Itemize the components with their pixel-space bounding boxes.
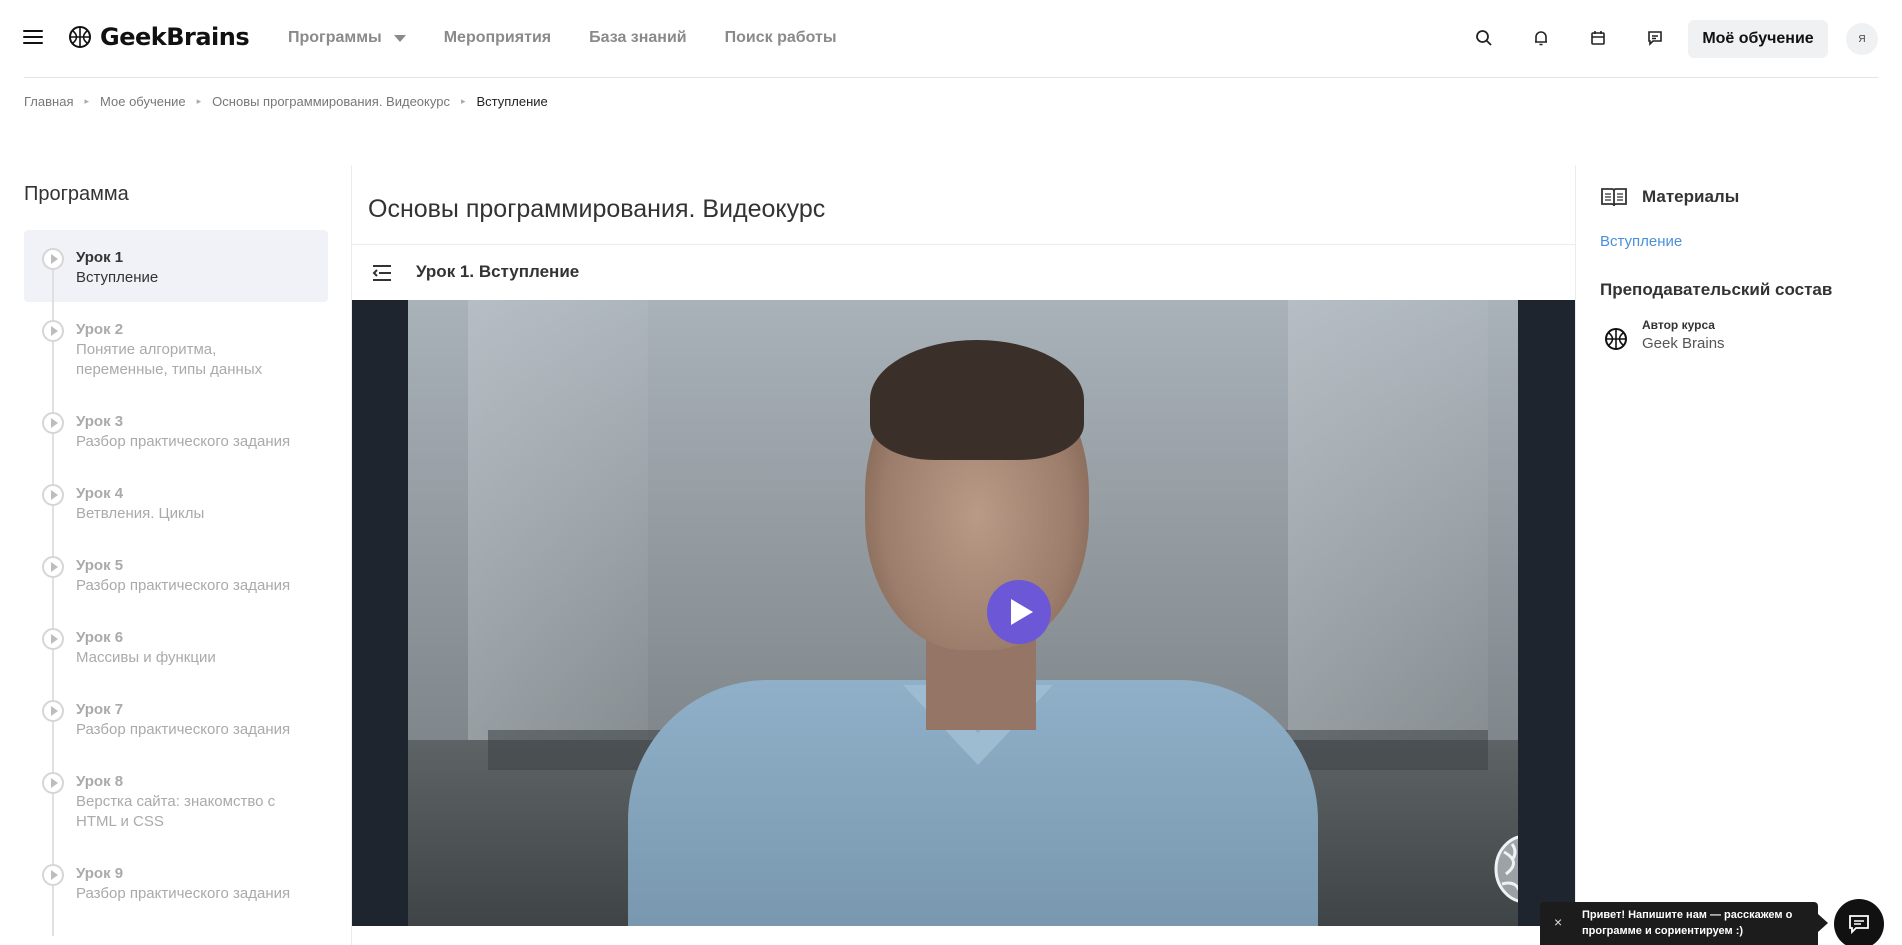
lesson-title: Урок 1. Вступление xyxy=(416,262,580,281)
play-circle-icon xyxy=(42,864,64,886)
calendar-icon[interactable] xyxy=(1586,26,1610,50)
play-circle-icon xyxy=(42,772,64,794)
search-icon[interactable] xyxy=(1472,26,1496,50)
menu-icon[interactable] xyxy=(23,29,43,45)
lesson-name: Разбор практического задания xyxy=(76,885,291,902)
main-nav: Программы Мероприятия База знаний Поиск … xyxy=(288,0,837,76)
brain-watermark-icon xyxy=(1494,835,1518,903)
chat-tooltip-text: Привет! Напишите нам — расскажем о прогр… xyxy=(1582,909,1793,937)
nav-programs[interactable]: Программы xyxy=(288,29,406,47)
teacher-card[interactable]: Автор курса Geek Brains xyxy=(1604,318,1725,352)
close-icon[interactable]: × xyxy=(1554,914,1562,930)
chevron-down-icon xyxy=(393,34,406,42)
my-learning-button[interactable]: Моё обучение xyxy=(1688,20,1828,58)
play-circle-icon xyxy=(42,248,64,270)
lesson-number: Урок 8 xyxy=(76,773,124,790)
lesson-name: Разбор практического задания xyxy=(76,721,291,738)
brain-logo-icon xyxy=(1605,328,1627,350)
play-circle-icon xyxy=(42,320,64,342)
nav-events[interactable]: Мероприятия xyxy=(444,29,551,47)
play-circle-icon xyxy=(42,556,64,578)
play-circle-icon xyxy=(42,412,64,434)
chat-tooltip-arrow xyxy=(1818,914,1828,932)
lesson-item-5[interactable]: Урок 5 Разбор практического задания xyxy=(24,538,328,628)
timeline-line xyxy=(52,886,54,936)
chat-icon[interactable] xyxy=(1643,26,1667,50)
lesson-number: Урок 3 xyxy=(76,413,124,430)
lesson-name: Массивы и функции xyxy=(76,649,216,666)
teacher-info: Автор курса Geek Brains xyxy=(1642,318,1725,352)
breadcrumb-separator-icon: ▸ xyxy=(196,96,202,106)
lesson-header-bar: Урок 1. Вступление xyxy=(352,245,1575,300)
teacher-name: Geek Brains xyxy=(1642,335,1725,352)
play-circle-icon xyxy=(42,700,64,722)
video-player[interactable] xyxy=(352,300,1575,926)
video-frame xyxy=(408,300,1518,926)
lesson-number: Урок 7 xyxy=(76,701,124,718)
lesson-number: Урок 2 xyxy=(76,321,124,338)
lesson-number: Урок 4 xyxy=(76,485,124,502)
lesson-item-3[interactable]: Урок 3 Разбор практического задания xyxy=(24,394,328,484)
logo[interactable]: GeekBrains xyxy=(68,22,250,52)
lesson-name: Вступление xyxy=(76,269,159,286)
center-right-divider xyxy=(1575,165,1576,945)
lesson-name: Верстка сайта: знакомство с HTML и CSS xyxy=(76,793,276,830)
nav-programs-label: Программы xyxy=(288,29,382,46)
play-circle-icon xyxy=(42,628,64,650)
lesson-list: Урок 1 Вступление Урок 2 Понятие алгорит… xyxy=(24,230,328,936)
book-icon xyxy=(1601,188,1627,207)
teachers-title: Преподавательский состав xyxy=(1600,280,1833,299)
chat-button[interactable] xyxy=(1834,899,1884,945)
play-button[interactable] xyxy=(987,580,1051,644)
breadcrumb: Главная ▸ Мое обучение ▸ Основы программ… xyxy=(24,94,548,109)
lesson-name: Разбор практического задания xyxy=(76,577,291,594)
top-header: GeekBrains Программы Мероприятия База зн… xyxy=(0,0,1902,78)
collapse-sidebar-icon[interactable] xyxy=(370,261,394,285)
lesson-item-8[interactable]: Урок 8 Верстка сайта: знакомство с HTML … xyxy=(24,754,328,864)
header-icons xyxy=(1472,26,1667,50)
lesson-number: Урок 1 xyxy=(76,249,124,266)
avatar[interactable]: Я xyxy=(1846,23,1878,55)
breadcrumb-home[interactable]: Главная xyxy=(24,94,73,109)
breadcrumb-separator-icon: ▸ xyxy=(460,96,466,106)
lesson-item-2[interactable]: Урок 2 Понятие алгоритма, переменные, ти… xyxy=(24,302,328,412)
breadcrumb-current: Вступление xyxy=(476,94,548,109)
lesson-item-6[interactable]: Урок 6 Массивы и функции xyxy=(24,610,328,700)
brain-logo-icon xyxy=(69,26,91,48)
lesson-item-1[interactable]: Урок 1 Вступление xyxy=(24,230,328,320)
lesson-name: Разбор практического задания xyxy=(76,433,291,450)
lesson-number: Урок 9 xyxy=(76,865,124,882)
materials-header: Материалы xyxy=(1600,186,1739,208)
program-title: Программа xyxy=(24,183,129,205)
lesson-item-9[interactable]: Урок 9 Разбор практического задания xyxy=(24,846,328,936)
course-title: Основы программирования. Видеокурс xyxy=(368,195,826,223)
header-divider xyxy=(24,77,1878,78)
play-circle-icon xyxy=(42,484,64,506)
logo-text: GeekBrains xyxy=(100,23,250,51)
video-person-hair xyxy=(870,340,1084,460)
nav-knowledge-base[interactable]: База знаний xyxy=(589,29,687,47)
bell-icon[interactable] xyxy=(1529,26,1553,50)
lesson-number: Урок 5 xyxy=(76,557,124,574)
material-link[interactable]: Вступление xyxy=(1600,233,1682,250)
lesson-number: Урок 6 xyxy=(76,629,124,646)
nav-job-search[interactable]: Поиск работы xyxy=(725,29,837,47)
lesson-name: Понятие алгоритма, переменные, типы данн… xyxy=(76,341,263,378)
teacher-role: Автор курса xyxy=(1642,318,1715,332)
breadcrumb-my-learning[interactable]: Мое обучение xyxy=(100,94,186,109)
lesson-item-7[interactable]: Урок 7 Разбор практического задания xyxy=(24,682,328,772)
breadcrumb-separator-icon: ▸ xyxy=(84,96,90,106)
chat-tooltip: × Привет! Напишите нам — расскажем о про… xyxy=(1540,902,1818,945)
lesson-name: Ветвления. Циклы xyxy=(76,505,205,522)
materials-title: Материалы xyxy=(1642,187,1740,206)
breadcrumb-course[interactable]: Основы программирования. Видеокурс xyxy=(212,94,450,109)
chat-icon xyxy=(1849,915,1869,935)
lesson-item-4[interactable]: Урок 4 Ветвления. Циклы xyxy=(24,466,328,556)
